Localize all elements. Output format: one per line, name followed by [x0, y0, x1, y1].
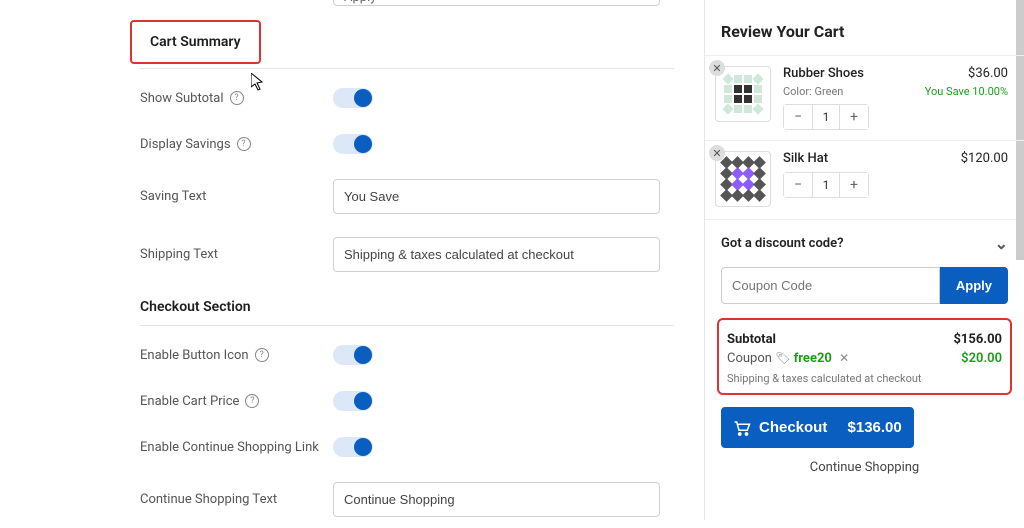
enable-button-icon-label: Enable Button Icon — [140, 348, 249, 363]
coupon-value: $20.00 — [961, 351, 1002, 366]
help-icon[interactable]: ? — [230, 91, 244, 105]
cart-item: ✕ Silk Hat − 1 + — [705, 140, 1024, 219]
checkout-section-heading: Checkout Section — [140, 283, 674, 321]
discount-toggle[interactable]: Got a discount code? ⌄ — [705, 219, 1024, 267]
help-icon[interactable]: ? — [255, 348, 269, 362]
display-savings-label: Display Savings — [140, 137, 231, 152]
enable-cart-price-label: Enable Cart Price — [140, 394, 239, 409]
saving-text-label: Saving Text — [140, 189, 206, 204]
item-price: $120.00 — [961, 151, 1008, 166]
continue-shopping-link[interactable]: Continue Shopping — [705, 454, 1024, 489]
review-cart-title: Review Your Cart — [705, 0, 1024, 55]
enable-button-icon-toggle[interactable] — [333, 345, 373, 365]
saving-text-input[interactable] — [333, 179, 660, 214]
help-icon[interactable]: ? — [245, 394, 259, 408]
continue-text-input[interactable] — [333, 482, 660, 517]
shipping-note: Shipping & taxes calculated at checkout — [727, 372, 1002, 385]
item-savings: You Save 10.00% — [925, 85, 1008, 98]
shipping-text-label: Shipping Text — [140, 247, 218, 262]
enable-continue-toggle[interactable] — [333, 437, 373, 457]
checkout-label: Checkout — [759, 419, 827, 436]
product-thumbnail — [715, 66, 771, 122]
show-subtotal-toggle[interactable] — [333, 88, 373, 108]
show-subtotal-label: Show Subtotal — [140, 91, 224, 106]
item-price: $36.00 — [925, 66, 1008, 81]
subtotal-label: Subtotal — [727, 332, 776, 347]
coupon-label: Coupon — [727, 351, 772, 366]
product-thumbnail — [715, 151, 771, 207]
enable-cart-price-toggle[interactable] — [333, 391, 373, 411]
subtotal-value: $156.00 — [953, 332, 1002, 347]
remove-item-button[interactable]: ✕ — [709, 60, 725, 76]
discount-header-label: Got a discount code? — [721, 236, 844, 251]
qty-increase[interactable]: + — [840, 105, 868, 129]
qty-decrease[interactable]: − — [784, 173, 812, 197]
checkout-button[interactable]: Checkout $136.00 — [721, 407, 914, 448]
coupon-code: free20 — [794, 351, 832, 366]
cart-icon — [733, 420, 751, 436]
display-savings-toggle[interactable] — [333, 134, 373, 154]
qty-value: 1 — [812, 105, 840, 129]
continue-text-label: Continue Shopping Text — [140, 492, 277, 507]
tag-icon: 🏷 — [775, 351, 790, 365]
qty-value: 1 — [812, 173, 840, 197]
shipping-text-input[interactable] — [333, 237, 660, 272]
item-name: Silk Hat — [783, 151, 951, 166]
item-variant: Color: Green — [783, 85, 915, 98]
totals-box: Subtotal $156.00 Coupon 🏷 free20 ✕ $20.0… — [717, 318, 1012, 395]
remove-coupon-button[interactable]: ✕ — [839, 351, 849, 365]
help-icon[interactable]: ? — [237, 137, 251, 151]
qty-decrease[interactable]: − — [784, 105, 812, 129]
enable-continue-label: Enable Continue Shopping Link — [140, 440, 319, 455]
qty-increase[interactable]: + — [840, 173, 868, 197]
cart-item: ✕ Rubber Shoes Color: Green − 1 + — [705, 55, 1024, 140]
coupon-input[interactable] — [721, 267, 940, 304]
checkout-amount: $136.00 — [848, 419, 902, 436]
chevron-down-icon: ⌄ — [995, 234, 1008, 253]
top-apply-stub: Apply — [333, 0, 660, 6]
apply-coupon-button[interactable]: Apply — [940, 267, 1008, 304]
cart-summary-heading: Cart Summary — [130, 20, 261, 64]
item-name: Rubber Shoes — [783, 66, 915, 81]
